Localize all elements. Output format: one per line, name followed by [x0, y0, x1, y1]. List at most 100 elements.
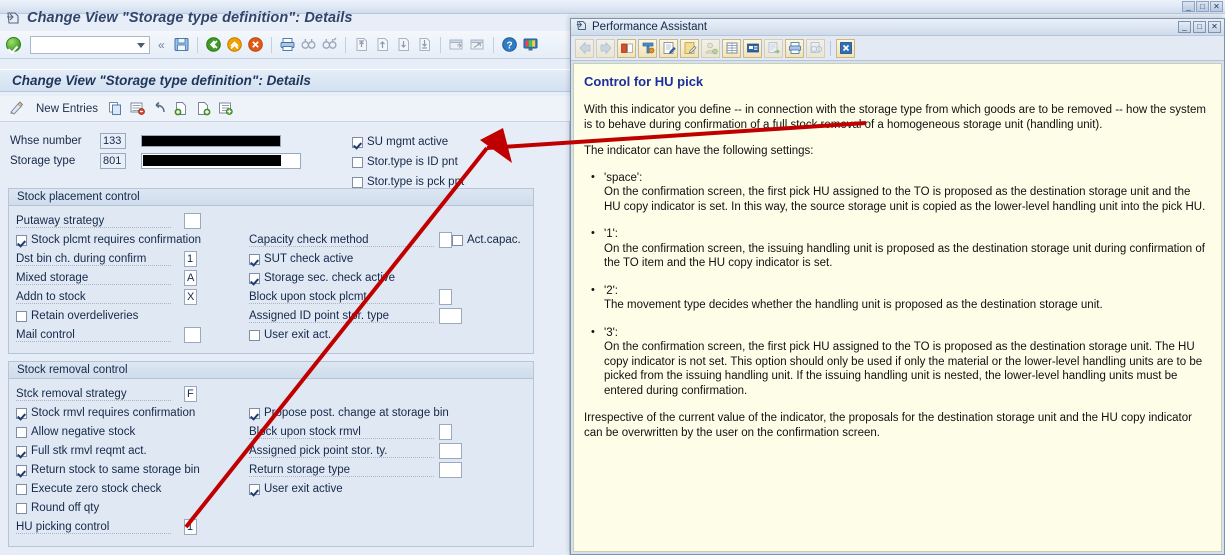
- page-action-toolbar: New Entries: [0, 96, 570, 122]
- cancel-icon[interactable]: [247, 36, 264, 53]
- details-icon[interactable]: [217, 100, 234, 117]
- back-icon[interactable]: [575, 38, 594, 58]
- checkbox-icon[interactable]: [16, 483, 27, 495]
- checkbox-icon[interactable]: [352, 156, 363, 168]
- back-icon[interactable]: [205, 36, 222, 53]
- delete-row-icon[interactable]: [129, 100, 146, 117]
- checkbox-stor-type-is-id-pnt[interactable]: Stor.type is ID pnt: [352, 154, 458, 170]
- checkbox-icon[interactable]: [452, 234, 463, 246]
- copy-text-icon[interactable]: [806, 38, 825, 58]
- new-entries-button[interactable]: New Entries: [36, 103, 98, 115]
- dst-bin-ch-input[interactable]: 1: [184, 251, 197, 267]
- enter-icon[interactable]: [6, 37, 21, 52]
- checkbox-stock-rmvl-requires-confirmation[interactable]: Stock rmvl requires confirmation: [16, 405, 195, 421]
- window-close-button[interactable]: ✕: [1210, 1, 1223, 12]
- chevron-down-icon[interactable]: [137, 42, 145, 48]
- note-create-icon[interactable]: [659, 38, 678, 58]
- checkbox-icon[interactable]: [16, 310, 27, 322]
- putaway-strategy-input[interactable]: [184, 213, 201, 229]
- pa-minimize-button[interactable]: _: [1178, 21, 1191, 33]
- pa-maximize-button[interactable]: □: [1193, 21, 1206, 33]
- checkbox-icon[interactable]: [16, 407, 27, 419]
- assigned-id-point-input[interactable]: [439, 308, 462, 324]
- checkbox-stock-plcmt-requires-confirmation[interactable]: Stock plcmt requires confirmation: [16, 232, 201, 248]
- next-entry-icon[interactable]: [195, 100, 212, 117]
- pa-close-button[interactable]: ✕: [1208, 21, 1221, 33]
- storage-type-label: Storage type: [10, 155, 76, 167]
- copy-icon[interactable]: [107, 100, 124, 117]
- previous-entry-icon[interactable]: [173, 100, 190, 117]
- storage-type-input[interactable]: 801: [100, 153, 126, 169]
- print-icon[interactable]: [279, 36, 296, 53]
- checkbox-icon[interactable]: [352, 176, 363, 188]
- collapse-toolbar-icon[interactable]: «: [158, 38, 165, 52]
- field-label: Addn to stock: [16, 291, 171, 304]
- checkbox-icon[interactable]: [16, 234, 27, 246]
- window-title: Change View "Storage type definition": D…: [27, 9, 353, 26]
- help-icon[interactable]: ?: [501, 36, 518, 53]
- command-field[interactable]: [30, 35, 150, 54]
- checkbox-sut-check-active[interactable]: SUT check active: [249, 251, 353, 267]
- checkbox-icon[interactable]: [249, 407, 260, 419]
- checkbox-icon[interactable]: [249, 329, 260, 341]
- block-upon-stock-plcmt-input[interactable]: [439, 289, 452, 305]
- checkbox-icon[interactable]: [16, 464, 27, 476]
- save-icon[interactable]: [173, 36, 190, 53]
- display-change-icon[interactable]: [8, 100, 25, 117]
- stck-removal-strategy-input[interactable]: F: [184, 386, 197, 402]
- checkbox-user-exit-active[interactable]: User exit active: [249, 481, 343, 497]
- glossary-icon[interactable]: [617, 38, 636, 58]
- list-item-text: On the confirmation screen, the first pi…: [604, 341, 1203, 397]
- checkbox-icon[interactable]: [16, 426, 27, 438]
- block-upon-stock-rmvl-input[interactable]: [439, 424, 452, 440]
- exit-icon[interactable]: [226, 36, 243, 53]
- mixed-storage-input[interactable]: A: [184, 270, 197, 286]
- find-icon[interactable]: [300, 36, 317, 53]
- checkbox-act-capac[interactable]: Act.capac.: [452, 232, 521, 248]
- export-icon[interactable]: [764, 38, 783, 58]
- checkbox-retain-overdeliveries[interactable]: Retain overdeliveries: [16, 308, 138, 324]
- checkbox-label: Stock rmvl requires confirmation: [31, 407, 196, 419]
- checkbox-round-off-qty[interactable]: Round off qty: [16, 500, 99, 516]
- window-maximize-button[interactable]: □: [1196, 1, 1209, 12]
- customize-layout-icon[interactable]: [522, 36, 539, 53]
- personal-note-icon[interactable]: [701, 38, 720, 58]
- checkbox-icon[interactable]: [352, 136, 363, 148]
- close-help-icon[interactable]: [836, 38, 855, 58]
- return-storage-type-input[interactable]: [439, 462, 462, 478]
- field-label: Assigned ID point stor. type: [249, 310, 434, 323]
- undo-icon[interactable]: [151, 100, 168, 117]
- checkbox-icon[interactable]: [249, 253, 260, 265]
- checkbox-return-stock-to-same-storage-bin[interactable]: Return stock to same storage bin: [16, 462, 200, 478]
- mail-control-input[interactable]: [184, 327, 201, 343]
- checkbox-propose-post-change-at-storage-bin[interactable]: Propose post. change at storage bin: [249, 405, 449, 421]
- note-edit-icon[interactable]: [680, 38, 699, 58]
- checkbox-icon[interactable]: [16, 502, 27, 514]
- checkbox-storage-sec-check-active[interactable]: Storage sec. check active: [249, 270, 395, 286]
- checkbox-allow-negative-stock[interactable]: Allow negative stock: [16, 424, 135, 440]
- capacity-check-method-input[interactable]: [439, 232, 452, 248]
- checkbox-full-stk-rmvl-reqmt-act[interactable]: Full stk rmvl reqmt act.: [16, 443, 147, 459]
- find-next-icon[interactable]: [321, 36, 338, 53]
- storage-type-description-redaction: [143, 155, 281, 166]
- print-icon[interactable]: [785, 38, 804, 58]
- hu-picking-control-input[interactable]: 1: [184, 519, 197, 535]
- window-minimize-button[interactable]: _: [1182, 1, 1195, 12]
- whse-number-input[interactable]: 133: [100, 133, 126, 149]
- list-item-key: '1':: [604, 228, 618, 240]
- storage-type-description-input[interactable]: [141, 153, 301, 169]
- checkbox-user-exit-act[interactable]: User exit act.: [249, 327, 331, 343]
- checkbox-icon[interactable]: [249, 272, 260, 284]
- checkbox-execute-zero-stock-check[interactable]: Execute zero stock check: [16, 481, 161, 497]
- technical-information-icon[interactable]: [638, 38, 657, 58]
- sap-library-icon[interactable]: [743, 38, 762, 58]
- field-mixed-storage: Mixed storage A: [16, 270, 206, 286]
- assigned-pick-point-input[interactable]: [439, 443, 462, 459]
- checkbox-label: User exit act.: [264, 329, 332, 341]
- application-help-icon[interactable]: [722, 38, 741, 58]
- forward-icon[interactable]: [596, 38, 615, 58]
- checkbox-su-mgmt-active[interactable]: SU mgmt active: [352, 134, 448, 150]
- checkbox-icon[interactable]: [16, 445, 27, 457]
- addn-to-stock-input[interactable]: X: [184, 289, 197, 305]
- checkbox-icon[interactable]: [249, 483, 260, 495]
